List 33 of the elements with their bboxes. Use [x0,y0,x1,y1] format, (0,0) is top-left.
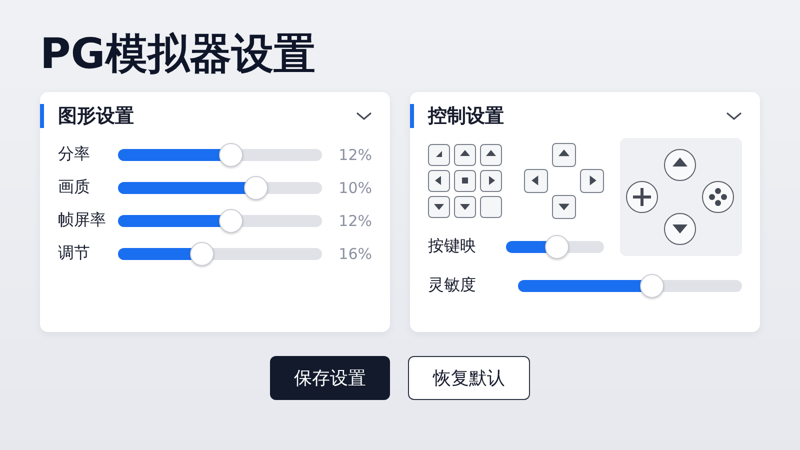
slider-track[interactable] [118,176,322,200]
slider-thumb[interactable] [640,274,664,298]
slider-thumb[interactable] [218,208,243,232]
chevron-icon[interactable] [356,111,372,121]
blank-key[interactable] [480,196,502,218]
slider-label: 按键映 [428,236,477,257]
slider-label: 分率 [58,144,91,165]
square-icon[interactable] [454,170,476,192]
slider-label: 画质 [58,177,91,198]
slider-value: 12% [338,212,372,230]
chevron-icon[interactable] [726,111,742,121]
slider-value: 12% [338,146,372,164]
slider-label: 调节 [58,243,91,264]
save-button[interactable]: 保存设置 [270,356,390,400]
slider-thumb[interactable] [190,242,214,266]
slider-track[interactable] [118,142,322,166]
slider-value: 10% [338,178,372,196]
slider-thumb[interactable] [545,234,570,258]
reset-button[interactable]: 恢复默认 [408,356,530,400]
dots-icon[interactable] [702,181,734,213]
slider-label: 帧屏率 [58,210,107,231]
slider-track[interactable] [506,234,604,258]
slider-track[interactable] [118,242,322,266]
slider-thumb[interactable] [218,142,243,166]
slider-thumb[interactable] [244,176,268,200]
slider-track[interactable] [118,208,322,232]
slider-track[interactable] [518,274,742,298]
slider-label: 灵敏度 [428,275,477,296]
slider-value: 16% [338,244,372,262]
section-title: 图形设置 [40,104,134,128]
page-title: PG模拟器设置 [40,30,316,78]
plus-icon[interactable] [626,181,658,213]
section-title: 控制设置 [410,104,504,128]
